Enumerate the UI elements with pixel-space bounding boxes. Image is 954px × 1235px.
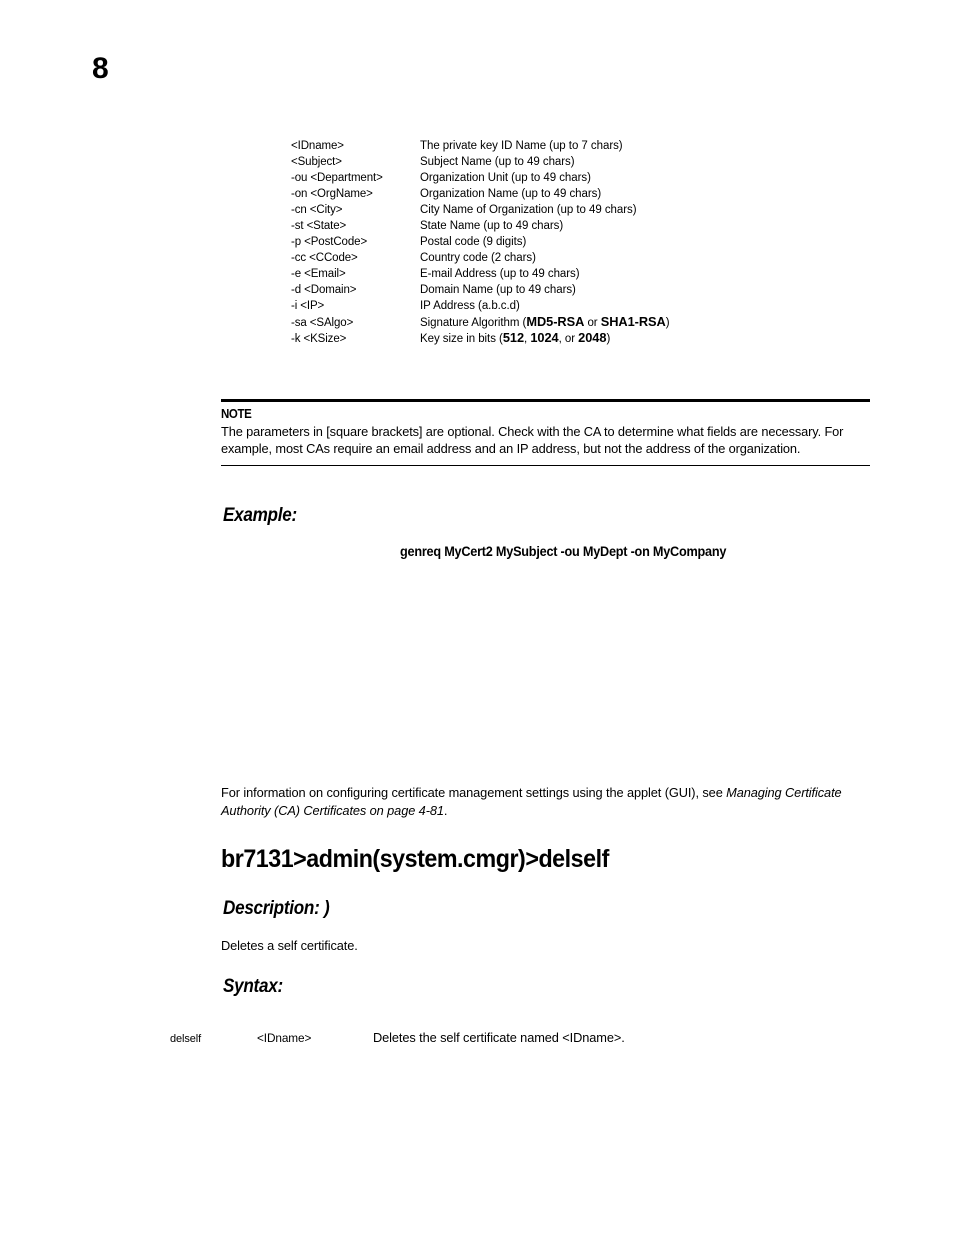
parameter-text: ): [606, 333, 611, 345]
parameter-description: Subject Name (up to 49 chars): [420, 156, 575, 168]
parameter-emphasis: 512: [502, 330, 525, 345]
parameter-row: -cn <City> City Name of Organization (up …: [291, 202, 851, 218]
parameter-description: The private key ID Name (up to 7 chars): [420, 140, 623, 152]
parameter-text: Signature Algorithm (: [420, 317, 527, 329]
parameter-emphasis: 2048: [578, 330, 607, 345]
parameter-description: Organization Name (up to 49 chars): [420, 188, 602, 200]
cross-reference-lead: For information on configuring certifica…: [221, 785, 727, 800]
parameter-emphasis: MD5-RSA: [526, 314, 585, 329]
syntax-description: Deletes the self certificate named <IDna…: [373, 1030, 625, 1045]
parameter-term: -d <Domain>: [291, 284, 357, 296]
parameter-description: Country code (2 chars): [420, 252, 536, 264]
syntax-heading: Syntax:: [223, 976, 283, 997]
parameter-term: -cc <CCode>: [291, 252, 358, 264]
parameter-description: City Name of Organization (up to 49 char…: [420, 204, 637, 216]
parameter-row: -sa <SAlgo> Signature Algorithm (MD5-RSA …: [291, 314, 851, 330]
syntax-row: delself <IDname> Deletes the self certif…: [170, 1030, 890, 1045]
example-heading: Example:: [223, 505, 297, 526]
parameter-term: -st <State>: [291, 220, 347, 232]
parameter-row: <Subject> Subject Name (up to 49 chars): [291, 154, 851, 170]
parameter-term: -i <IP>: [291, 300, 325, 312]
cross-reference-trailing: .: [443, 803, 448, 818]
syntax-argument: <IDname>: [257, 1031, 312, 1045]
cross-reference-paragraph: For information on configuring certifica…: [221, 784, 871, 820]
parameter-description: Signature Algorithm (MD5-RSA or SHA1-RSA…: [420, 314, 851, 331]
parameter-text: , or: [558, 333, 579, 345]
parameter-term: -p <PostCode>: [291, 236, 368, 248]
note-label: NOTE: [221, 407, 252, 421]
parameter-row: -p <PostCode> Postal code (9 digits): [291, 234, 851, 250]
parameter-description: Organization Unit (up to 49 chars): [420, 172, 591, 184]
note-text: The parameters in [square brackets] are …: [221, 424, 844, 456]
page-number: 8: [92, 52, 109, 85]
parameter-row: -cc <CCode> Country code (2 chars): [291, 250, 851, 266]
parameter-row: -ou <Department> Organization Unit (up to…: [291, 170, 851, 186]
parameter-text: or: [584, 317, 601, 329]
parameter-definition-list: <IDname> The private key ID Name (up to 7…: [291, 138, 851, 346]
note-callout: NOTE The parameters in [square brackets]…: [221, 399, 870, 466]
parameter-term: <Subject>: [291, 156, 342, 168]
parameter-term: -e <Email>: [291, 268, 346, 280]
parameter-text: ): [665, 317, 670, 329]
parameter-term: <IDname>: [291, 140, 344, 152]
parameter-description: Domain Name (up to 49 chars): [420, 284, 576, 296]
document-page: 8 <IDname> The private key ID Name (up to…: [0, 0, 954, 1235]
parameter-row: <IDname> The private key ID Name (up to 7…: [291, 138, 851, 154]
parameter-description: State Name (up to 49 chars): [420, 220, 564, 232]
parameter-emphasis: 1024: [530, 330, 559, 345]
parameter-row: -st <State> State Name (up to 49 chars): [291, 218, 851, 234]
parameter-text: Key size in bits (: [420, 333, 503, 345]
parameter-term: -k <KSize>: [291, 333, 347, 345]
parameter-row: -k <KSize> Key size in bits (512, 1024, o…: [291, 330, 851, 346]
parameter-description: Postal code (9 digits): [420, 236, 527, 248]
parameter-row: -e <Email> E-mail Address (up to 49 chars…: [291, 266, 851, 282]
parameter-emphasis: SHA1-RSA: [600, 314, 666, 329]
parameter-row: -i <IP> IP Address (a.b.c.d): [291, 298, 851, 314]
parameter-term: -sa <SAlgo>: [291, 317, 354, 329]
parameter-description: E-mail Address (up to 49 chars): [420, 268, 580, 280]
command-heading: br7131>admin(system.cmgr)>delself: [221, 845, 609, 873]
parameter-description: IP Address (a.b.c.d): [420, 300, 520, 312]
syntax-command: delself: [170, 1033, 202, 1045]
example-command-text: genreq MyCert2 MySubject -ou MyDept -on …: [400, 544, 727, 559]
description-heading: Description: ): [223, 898, 330, 919]
parameter-row: -d <Domain> Domain Name (up to 49 chars): [291, 282, 851, 298]
parameter-row: -on <OrgName> Organization Name (up to 49…: [291, 186, 851, 202]
parameter-term: -on <OrgName>: [291, 188, 373, 200]
parameter-description: Key size in bits (512, 1024, or 2048): [420, 330, 851, 347]
description-text: Deletes a self certificate.: [221, 938, 358, 953]
parameter-term: -cn <City>: [291, 204, 343, 216]
parameter-term: -ou <Department>: [291, 172, 383, 184]
